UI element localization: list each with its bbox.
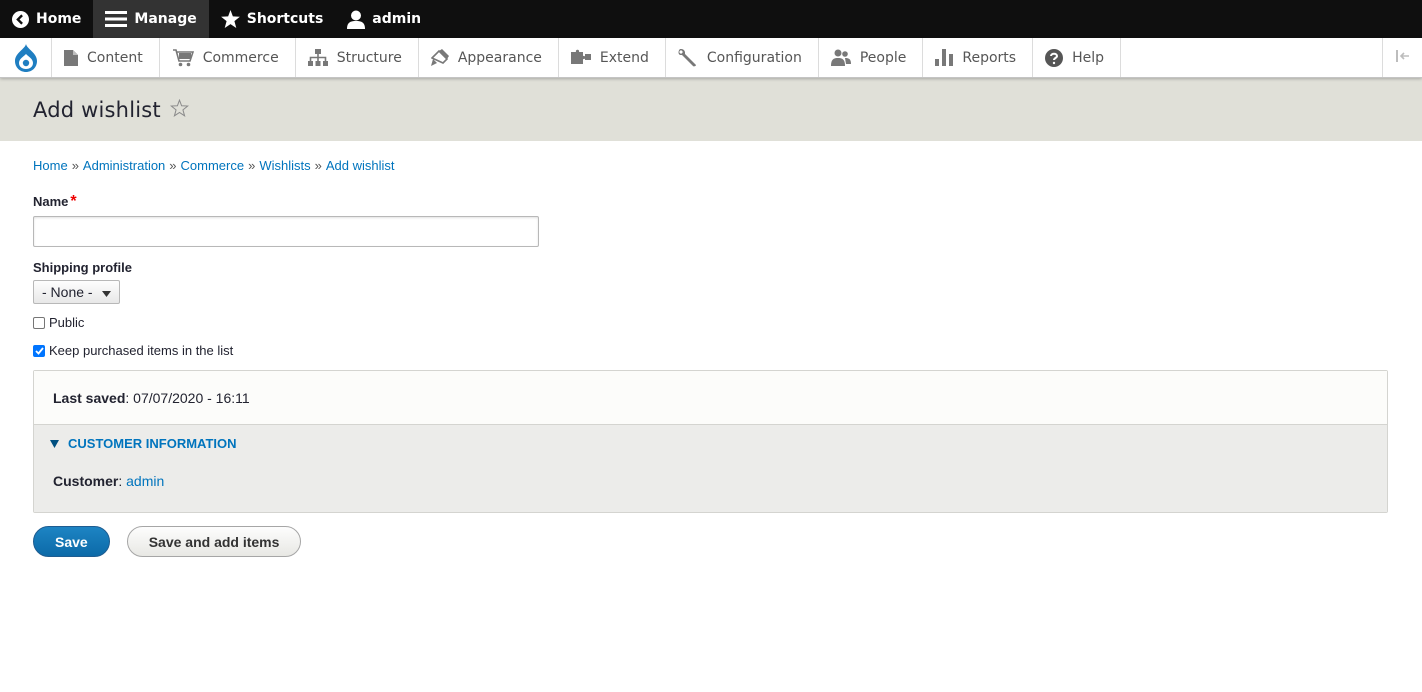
menu-item-structure[interactable]: Structure <box>296 38 419 77</box>
tray-spacer <box>1121 38 1382 77</box>
name-label-text: Name <box>33 194 69 209</box>
breadcrumb-administration[interactable]: Administration <box>83 158 165 173</box>
menu-item-extend[interactable]: Extend <box>559 38 666 77</box>
breadcrumb-add-wishlist[interactable]: Add wishlist <box>326 158 395 173</box>
breadcrumb-separator: » <box>71 158 79 173</box>
sitemap-icon <box>307 49 328 66</box>
page-title: Add wishlist <box>33 97 161 122</box>
customer-information-details: Customer information Customer: admin <box>34 425 1387 512</box>
breadcrumb-commerce[interactable]: Commerce <box>181 158 245 173</box>
public-label: Public <box>49 315 85 330</box>
shipping-profile-label: Shipping profile <box>33 260 132 275</box>
toolbar-manage-label: Manage <box>134 11 197 27</box>
menu-item-label: Commerce <box>202 49 279 66</box>
collapse-arrow-icon <box>1395 49 1410 66</box>
menu-item-configuration[interactable]: Configuration <box>666 38 819 77</box>
page-header: Add wishlist <box>0 78 1422 141</box>
name-label: Name * <box>33 193 1388 211</box>
keep-purchased-row: Keep purchased items in the list <box>33 343 1388 358</box>
menu-item-label: Help <box>1072 49 1104 66</box>
toolbar-home-label: Home <box>36 11 82 27</box>
shipping-profile-selected: - None - <box>42 284 93 300</box>
customer-colon: : <box>118 473 127 489</box>
menu-item-label: Reports <box>962 49 1017 66</box>
help-icon <box>1045 48 1064 67</box>
last-saved-colon: : <box>125 389 134 406</box>
keep-purchased-checkbox[interactable] <box>33 344 45 357</box>
save-button[interactable]: Save <box>33 526 110 557</box>
breadcrumb-separator: » <box>314 158 322 173</box>
triangle-down-icon <box>50 436 59 451</box>
breadcrumb: Home» Administration» Commerce» Wishlists» A… <box>33 158 1388 173</box>
puzzle-icon <box>570 49 591 66</box>
form-actions: Save Save and add items <box>33 526 1388 557</box>
menu-item-label: People <box>859 49 907 66</box>
wrench-icon <box>678 48 698 67</box>
customer-link[interactable]: admin <box>126 473 164 489</box>
dropdown-arrow-icon <box>101 284 111 300</box>
menu-item-reports[interactable]: Reports <box>923 38 1034 77</box>
menu-item-label: Appearance <box>457 49 542 66</box>
menu-item-label: Structure <box>336 49 402 66</box>
last-saved-label: Last saved <box>53 389 126 406</box>
keep-purchased-label: Keep purchased items in the list <box>49 343 234 358</box>
breadcrumb-wishlists[interactable]: Wishlists <box>259 158 310 173</box>
customer-information-title: Customer information <box>68 436 237 451</box>
toolbar-user-tab[interactable]: admin <box>335 0 433 38</box>
star-icon <box>220 10 240 28</box>
drupal-logo-icon[interactable] <box>0 38 52 77</box>
main-content: Home» Administration» Commerce» Wishlists» A… <box>0 158 1422 557</box>
menu-item-content[interactable]: Content <box>52 38 160 77</box>
toolbar-user-label: admin <box>372 11 422 27</box>
checkmark-icon <box>34 346 44 355</box>
menu-item-label: Extend <box>599 49 649 66</box>
toolbar-manage-tab[interactable]: Manage <box>93 0 209 38</box>
menu-item-label: Content <box>87 49 143 66</box>
menu-item-commerce[interactable]: Commerce <box>160 38 296 77</box>
breadcrumb-home[interactable]: Home <box>33 158 68 173</box>
public-row: Public <box>33 315 1388 330</box>
menu-item-appearance[interactable]: Appearance <box>419 38 559 77</box>
people-icon <box>830 49 851 66</box>
shipping-profile-select[interactable]: - None - <box>33 280 120 304</box>
toolbar-shortcuts-label: Shortcuts <box>246 11 324 27</box>
user-icon <box>347 10 366 29</box>
shortcut-star-icon[interactable] <box>169 98 189 121</box>
back-arrow-icon <box>12 10 29 28</box>
toolbar-home-link[interactable]: Home <box>0 0 93 38</box>
entity-meta-box: Last saved: 07/07/2020 - 16:11 Customer … <box>33 370 1388 513</box>
breadcrumb-separator: » <box>169 158 177 173</box>
menu-item-people[interactable]: People <box>819 38 924 77</box>
menu-item-help[interactable]: Help <box>1033 38 1121 77</box>
required-marker: * <box>70 193 77 210</box>
tray-orientation-toggle[interactable] <box>1382 38 1422 77</box>
toolbar-shortcuts-tab[interactable]: Shortcuts <box>209 0 336 38</box>
last-saved-value: 07/07/2020 - 16:11 <box>133 389 250 406</box>
menu-item-label: Configuration <box>706 49 802 66</box>
customer-label: Customer <box>53 473 119 489</box>
admin-toolbar: Home Manage Shortcuts admin <box>0 0 1422 38</box>
save-and-add-items-button[interactable]: Save and add items <box>126 526 302 557</box>
brush-icon <box>430 49 449 66</box>
customer-information-body: Customer: admin <box>34 462 1387 512</box>
last-saved: Last saved: 07/07/2020 - 16:11 <box>34 371 1387 425</box>
cart-icon <box>172 48 194 67</box>
public-checkbox[interactable] <box>33 316 45 329</box>
customer-information-toggle[interactable]: Customer information <box>34 425 1387 462</box>
bar-chart-icon <box>935 49 954 66</box>
name-input[interactable] <box>33 216 539 247</box>
file-icon <box>64 49 78 66</box>
breadcrumb-separator: » <box>248 158 256 173</box>
hamburger-icon <box>105 10 128 28</box>
admin-menu-tray: Content Commerce Structure Appearance Ex… <box>0 38 1422 78</box>
